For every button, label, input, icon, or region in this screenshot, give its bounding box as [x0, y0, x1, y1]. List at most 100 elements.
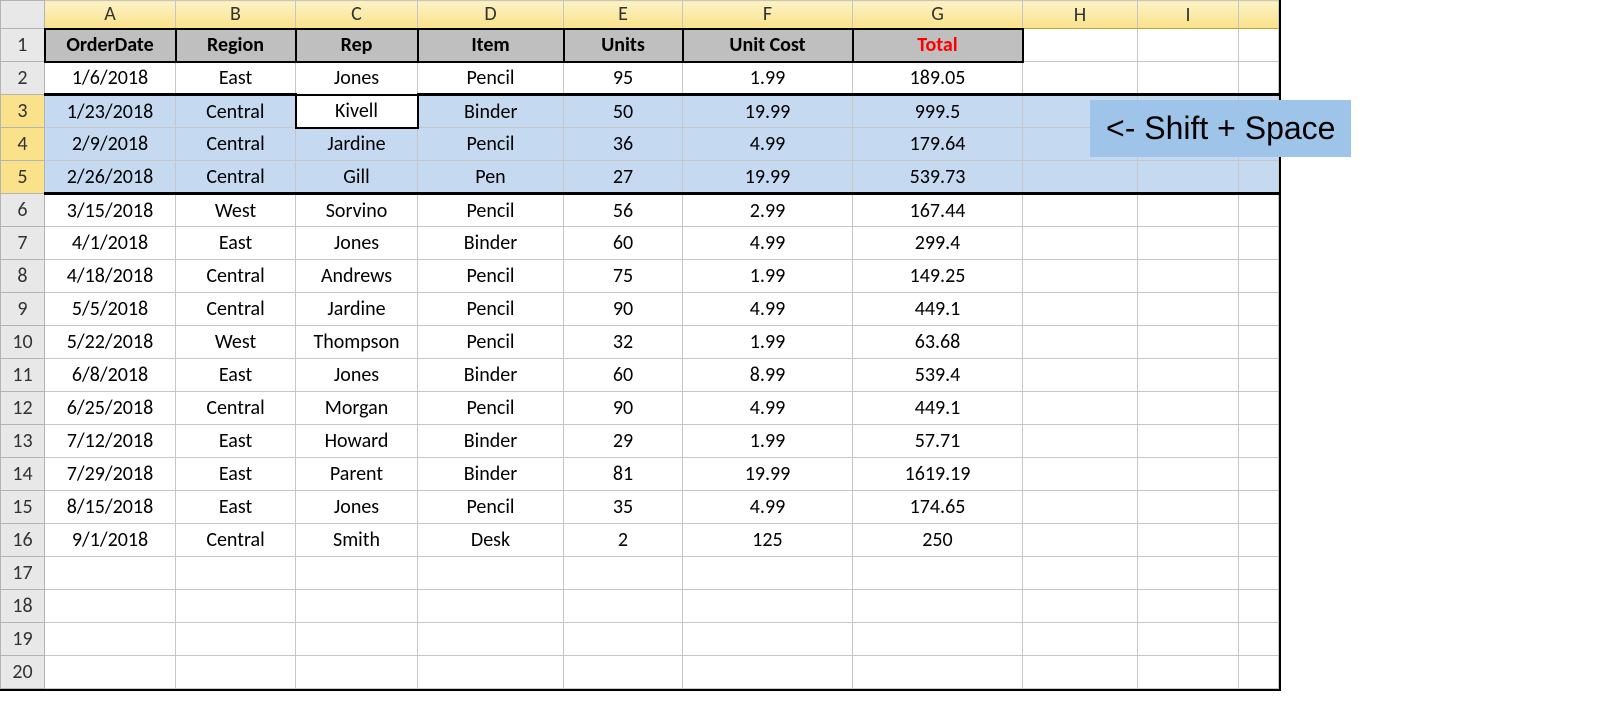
cell[interactable]: 1.99: [683, 62, 853, 95]
cell[interactable]: 1.99: [683, 425, 853, 458]
cell[interactable]: [176, 557, 296, 590]
cell[interactable]: 149.25: [853, 260, 1023, 293]
cell[interactable]: [418, 656, 564, 689]
cell[interactable]: Binder: [418, 95, 564, 128]
cell[interactable]: [1138, 227, 1239, 260]
cell[interactable]: [176, 656, 296, 689]
cell[interactable]: Central: [176, 392, 296, 425]
row-header-11[interactable]: 11: [1, 359, 45, 392]
cell[interactable]: 2.99: [683, 194, 853, 227]
cell[interactable]: [1239, 557, 1279, 590]
cell[interactable]: [1239, 62, 1279, 95]
cell[interactable]: 189.05: [853, 62, 1023, 95]
header-region[interactable]: Region: [176, 29, 296, 62]
col-header-C[interactable]: C: [296, 1, 418, 29]
cell[interactable]: Central: [176, 128, 296, 161]
cell[interactable]: [564, 590, 683, 623]
header-total[interactable]: Total: [853, 29, 1023, 62]
cell[interactable]: 4.99: [683, 128, 853, 161]
cell[interactable]: Pencil: [418, 62, 564, 95]
table-row-selected[interactable]: 5 2/26/2018 Central Gill Pen 27 19.99 53…: [1, 161, 1279, 194]
cell[interactable]: East: [176, 62, 296, 95]
cell[interactable]: [1239, 227, 1279, 260]
cell[interactable]: 4.99: [683, 293, 853, 326]
cell[interactable]: [853, 557, 1023, 590]
col-header-D[interactable]: D: [418, 1, 564, 29]
cell[interactable]: [1239, 590, 1279, 623]
cell[interactable]: Pencil: [418, 128, 564, 161]
grid-table[interactable]: A B C D E F G H I 1 OrderDate Region Rep…: [0, 0, 1279, 689]
row-header-17[interactable]: 17: [1, 557, 45, 590]
row-header-18[interactable]: 18: [1, 590, 45, 623]
cell[interactable]: Binder: [418, 458, 564, 491]
cell[interactable]: [418, 623, 564, 656]
cell[interactable]: 81: [564, 458, 683, 491]
header-orderdate[interactable]: OrderDate: [45, 29, 176, 62]
cell[interactable]: [1239, 458, 1279, 491]
cell[interactable]: [1023, 194, 1138, 227]
cell[interactable]: [1023, 62, 1138, 95]
cell[interactable]: Pen: [418, 161, 564, 194]
table-row[interactable]: 20: [1, 656, 1279, 689]
table-row[interactable]: 11 6/8/2018EastJonesBinder608.99539.4: [1, 359, 1279, 392]
table-row[interactable]: 14 7/29/2018EastParentBinder8119.991619.…: [1, 458, 1279, 491]
row-header-5[interactable]: 5: [1, 161, 45, 194]
cell[interactable]: [45, 623, 176, 656]
cell[interactable]: 95: [564, 62, 683, 95]
cell[interactable]: 539.73: [853, 161, 1023, 194]
cell[interactable]: 449.1: [853, 293, 1023, 326]
cell[interactable]: [1138, 590, 1239, 623]
cell[interactable]: [1138, 425, 1239, 458]
cell[interactable]: 1/6/2018: [45, 62, 176, 95]
table-row[interactable]: 9 5/5/2018CentralJardinePencil904.99449.…: [1, 293, 1279, 326]
cell-H1[interactable]: [1023, 29, 1138, 62]
cell[interactable]: 50: [564, 95, 683, 128]
cell[interactable]: [1138, 161, 1239, 194]
cell[interactable]: 4.99: [683, 227, 853, 260]
cell[interactable]: Pencil: [418, 293, 564, 326]
cell[interactable]: 9/1/2018: [45, 524, 176, 557]
cell[interactable]: [1239, 392, 1279, 425]
cell[interactable]: Jardine: [296, 128, 418, 161]
cell[interactable]: Jones: [296, 359, 418, 392]
col-header-B[interactable]: B: [176, 1, 296, 29]
cell[interactable]: 4/1/2018: [45, 227, 176, 260]
cell[interactable]: 1.99: [683, 260, 853, 293]
cell[interactable]: [1138, 557, 1239, 590]
cell[interactable]: [1023, 326, 1138, 359]
cell[interactable]: Jones: [296, 227, 418, 260]
cell[interactable]: [296, 557, 418, 590]
cell[interactable]: [1239, 260, 1279, 293]
cell[interactable]: Pencil: [418, 491, 564, 524]
cell[interactable]: [176, 623, 296, 656]
cell[interactable]: East: [176, 359, 296, 392]
table-row[interactable]: 12 6/25/2018CentralMorganPencil904.99449…: [1, 392, 1279, 425]
row-header-2[interactable]: 2: [1, 62, 45, 95]
row-header-9[interactable]: 9: [1, 293, 45, 326]
table-row-selected[interactable]: 4 2/9/2018 Central Jardine Pencil 36 4.9…: [1, 128, 1279, 161]
cell[interactable]: 4/18/2018: [45, 260, 176, 293]
col-header-G[interactable]: G: [853, 1, 1023, 29]
cell[interactable]: 539.4: [853, 359, 1023, 392]
cell[interactable]: 1.99: [683, 326, 853, 359]
cell[interactable]: Thompson: [296, 326, 418, 359]
cell[interactable]: Jardine: [296, 293, 418, 326]
cell[interactable]: [564, 623, 683, 656]
cell[interactable]: 2: [564, 524, 683, 557]
header-item[interactable]: Item: [418, 29, 564, 62]
cell[interactable]: Pencil: [418, 392, 564, 425]
cell[interactable]: East: [176, 227, 296, 260]
cell[interactable]: [1023, 392, 1138, 425]
cell[interactable]: [1023, 590, 1138, 623]
cell[interactable]: [1138, 293, 1239, 326]
active-cell[interactable]: Kivell: [296, 95, 418, 128]
cell[interactable]: Binder: [418, 227, 564, 260]
row-header-12[interactable]: 12: [1, 392, 45, 425]
cell[interactable]: [1138, 359, 1239, 392]
row-header-20[interactable]: 20: [1, 656, 45, 689]
row-header-16[interactable]: 16: [1, 524, 45, 557]
cell[interactable]: West: [176, 194, 296, 227]
cell[interactable]: 1619.19: [853, 458, 1023, 491]
cell[interactable]: 999.5: [853, 95, 1023, 128]
cell[interactable]: 3/15/2018: [45, 194, 176, 227]
